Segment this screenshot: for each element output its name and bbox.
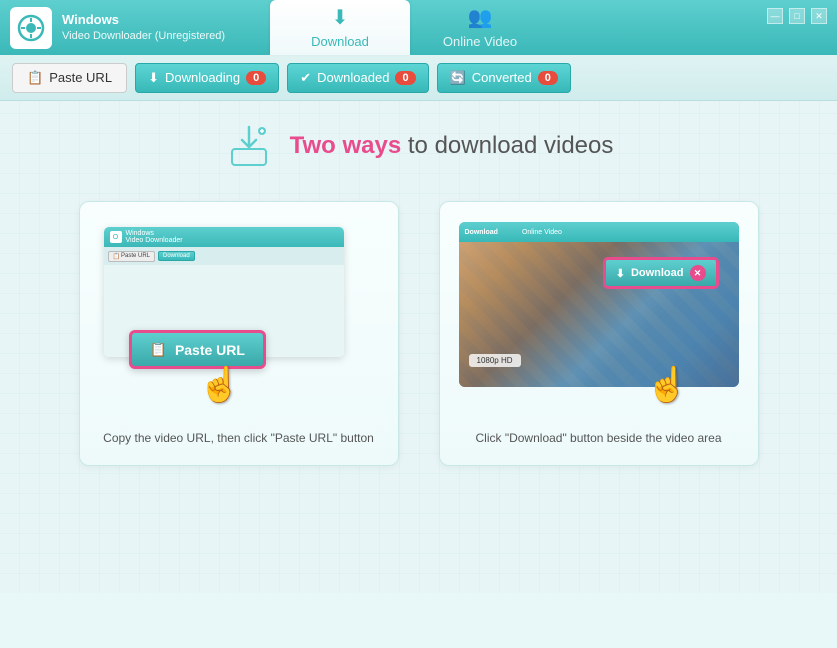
downloading-badge: 0 bbox=[246, 71, 266, 85]
mini-paste-btn: 📋Paste URL bbox=[108, 251, 156, 262]
headline-text: Two ways to download videos bbox=[290, 132, 614, 160]
downloaded-button[interactable]: ✔ Downloaded 0 bbox=[287, 63, 428, 93]
headline: Two ways to download videos bbox=[224, 121, 614, 171]
mini-download-btn: Download bbox=[158, 251, 195, 261]
toolbar: 📋 Paste URL ⬇ Downloading 0 ✔ Downloaded… bbox=[0, 55, 837, 101]
converted-button[interactable]: 🔄 Converted 0 bbox=[437, 63, 571, 93]
card-download-button: Download Online Video ⬇ Download ✕ 1080p… bbox=[439, 201, 759, 466]
converted-icon: 🔄 bbox=[450, 70, 466, 86]
paste-btn-icon: 📋 bbox=[150, 341, 167, 358]
minimize-button[interactable]: — bbox=[767, 8, 783, 24]
tab-online-video[interactable]: 👥 Online Video bbox=[410, 0, 550, 55]
paste-icon: 📋 bbox=[27, 70, 43, 86]
cursor-1: ☝ bbox=[199, 365, 241, 405]
mini-window-logo-1: O bbox=[110, 231, 122, 243]
mini-screenshot-2: Download Online Video ⬇ Download ✕ 1080p… bbox=[459, 222, 739, 387]
dl-btn-icon: ⬇ bbox=[616, 267, 625, 280]
titlebar: Windows Video Downloader (Unregistered) … bbox=[0, 0, 837, 55]
headline-icon bbox=[224, 121, 274, 171]
window-controls: — □ ✕ bbox=[767, 8, 827, 24]
tab-download[interactable]: ⬇ Download bbox=[270, 0, 410, 55]
downloading-icon: ⬇ bbox=[148, 70, 159, 86]
mini-screenshot-1: O Windows Video Downloader 📋Paste URL Do… bbox=[99, 222, 379, 387]
maximize-button[interactable]: □ bbox=[789, 8, 805, 24]
download-btn-overlay[interactable]: ⬇ Download ✕ bbox=[603, 257, 719, 289]
app-logo bbox=[10, 7, 52, 49]
main-content: Two ways to download videos O Windows Vi… bbox=[0, 101, 837, 593]
cards-container: O Windows Video Downloader 📋Paste URL Do… bbox=[79, 201, 759, 466]
mini-window-title-1: Windows Video Downloader bbox=[126, 230, 183, 244]
downloaded-badge: 0 bbox=[395, 71, 415, 85]
paste-url-button[interactable]: 📋 Paste URL bbox=[12, 63, 127, 93]
download-tab-icon: ⬇ bbox=[332, 5, 349, 30]
video-area: Download Online Video ⬇ Download ✕ 1080p… bbox=[459, 222, 739, 387]
downloaded-icon: ✔ bbox=[300, 70, 311, 86]
converted-badge: 0 bbox=[538, 71, 558, 85]
mini-window-toolbar-1: 📋Paste URL Download bbox=[104, 247, 344, 265]
downloading-button[interactable]: ⬇ Downloading 0 bbox=[135, 63, 279, 93]
card-1-caption: Copy the video URL, then click "Paste UR… bbox=[103, 431, 374, 445]
close-x-button[interactable]: ✕ bbox=[690, 265, 706, 281]
online-video-tab-icon: 👥 bbox=[468, 5, 493, 30]
mini-window-titlebar-1: O Windows Video Downloader bbox=[104, 227, 344, 247]
resolution-row: 1080p HD bbox=[469, 354, 521, 367]
cursor-2: ☝ bbox=[646, 365, 688, 405]
card-paste-url: O Windows Video Downloader 📋Paste URL Do… bbox=[79, 201, 399, 466]
highlighted-paste-url-button[interactable]: 📋 Paste URL bbox=[129, 330, 266, 369]
close-button[interactable]: ✕ bbox=[811, 8, 827, 24]
card-2-caption: Click "Download" button beside the video… bbox=[476, 431, 722, 445]
